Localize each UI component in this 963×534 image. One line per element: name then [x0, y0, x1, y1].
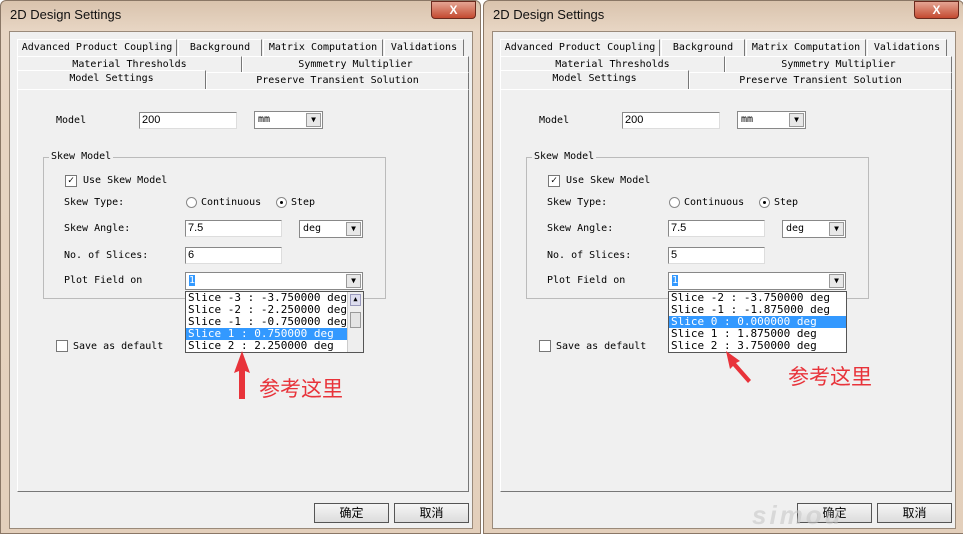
slices-input[interactable]: 6 [185, 247, 282, 264]
skew-angle-input[interactable]: 7.5 [668, 220, 765, 237]
continuous-radio[interactable] [186, 197, 197, 208]
skew-type-label: Skew Type: [547, 197, 608, 208]
slice-option[interactable]: Slice 2 : 2.250000 deg [186, 340, 363, 352]
chevron-down-icon[interactable]: ▼ [829, 222, 844, 236]
tab-advanced-product-coupling[interactable]: Advanced Product Coupling [500, 39, 660, 56]
save-default-label: Save as default [556, 341, 647, 352]
chevron-down-icon[interactable]: ▼ [789, 113, 804, 127]
model-unit-select[interactable]: mm ▼ [737, 111, 806, 129]
chevron-down-icon[interactable]: ▼ [346, 274, 361, 288]
tab-advanced-product-coupling[interactable]: Advanced Product Coupling [17, 39, 177, 56]
tab-symmetry-multiplier[interactable]: Symmetry Multiplier [725, 56, 952, 73]
cancel-button[interactable]: 取消 [877, 503, 952, 523]
settings-dialog: 2D Design Settings X Advanced Product Co… [0, 0, 481, 534]
annotation-text: 参考这里 [788, 365, 872, 389]
continuous-label: Continuous [201, 197, 261, 208]
annotation-text: 参考这里 [259, 377, 343, 401]
arrow-icon [726, 351, 751, 383]
model-unit-value: mm [741, 114, 754, 125]
tab-matrix-computation[interactable]: Matrix Computation [746, 39, 866, 56]
angle-unit-value: deg [786, 223, 805, 234]
save-default-label: Save as default [73, 341, 164, 352]
plot-field-dropdown-list: Slice -3 : -3.750000 deg Slice -2 : -2.25… [185, 291, 364, 353]
save-default-checkbox[interactable] [56, 340, 68, 352]
ok-button[interactable]: 确定 [314, 503, 389, 523]
model-label: Model [56, 115, 87, 126]
plot-field-dropdown-list: Slice -2 : -3.750000 deg Slice -1 : -1.87… [668, 291, 847, 353]
dialog-title: 2D Design Settings [493, 7, 605, 22]
close-button[interactable]: X [431, 1, 476, 19]
chevron-down-icon[interactable]: ▼ [829, 274, 844, 288]
plot-field-value: 1 [189, 275, 196, 286]
settings-dialog: 2D Design Settings X Advanced Product Co… [483, 0, 963, 534]
continuous-radio[interactable] [669, 197, 680, 208]
slice-option[interactable]: Slice 2 : 3.750000 deg [669, 340, 846, 352]
tab-model-settings[interactable]: Model Settings [17, 70, 206, 89]
plot-field-value: 1 [672, 275, 679, 286]
tab-preserve-transient-solution[interactable]: Preserve Transient Solution [689, 72, 952, 89]
skew-angle-input[interactable]: 7.5 [185, 220, 282, 237]
model-input[interactable]: 200 [139, 112, 237, 129]
model-unit-select[interactable]: mm ▼ [254, 111, 323, 129]
tab-validations[interactable]: Validations [384, 39, 464, 56]
angle-unit-value: deg [303, 223, 322, 234]
tab-matrix-computation[interactable]: Matrix Computation [263, 39, 383, 56]
save-default-checkbox[interactable] [539, 340, 551, 352]
plot-field-combo[interactable]: 1 ▼ [185, 272, 363, 290]
step-radio[interactable] [276, 197, 287, 208]
angle-unit-select[interactable]: deg ▼ [782, 220, 846, 238]
tab-validations[interactable]: Validations [867, 39, 947, 56]
continuous-label: Continuous [684, 197, 744, 208]
skew-angle-label: Skew Angle: [547, 223, 614, 234]
step-radio[interactable] [759, 197, 770, 208]
slices-label: No. of Slices: [547, 250, 632, 261]
use-skew-label: Use Skew Model [566, 175, 651, 186]
slices-input[interactable]: 5 [668, 247, 765, 264]
use-skew-label: Use Skew Model [83, 175, 168, 186]
close-button[interactable]: X [914, 1, 959, 19]
use-skew-checkbox[interactable]: ✓ [65, 175, 77, 187]
tab-background[interactable]: Background [178, 39, 262, 56]
arrow-icon [234, 351, 250, 399]
cancel-button[interactable]: 取消 [394, 503, 469, 523]
model-unit-value: mm [258, 114, 271, 125]
skew-type-label: Skew Type: [64, 197, 125, 208]
model-input[interactable]: 200 [622, 112, 720, 129]
plot-field-combo[interactable]: 1 ▼ [668, 272, 846, 290]
tab-preserve-transient-solution[interactable]: Preserve Transient Solution [206, 72, 469, 89]
step-label: Step [774, 197, 799, 208]
step-label: Step [291, 197, 316, 208]
slices-label: No. of Slices: [64, 250, 149, 261]
scroll-thumb[interactable] [350, 312, 361, 328]
watermark-logo: simou [752, 500, 844, 530]
use-skew-checkbox[interactable]: ✓ [548, 175, 560, 187]
chevron-down-icon[interactable]: ▼ [306, 113, 321, 127]
angle-unit-select[interactable]: deg ▼ [299, 220, 363, 238]
model-label: Model [539, 115, 570, 126]
plot-field-label: Plot Field on [64, 275, 143, 286]
tab-symmetry-multiplier[interactable]: Symmetry Multiplier [242, 56, 469, 73]
chevron-down-icon[interactable]: ▼ [346, 222, 361, 236]
skew-angle-label: Skew Angle: [64, 223, 131, 234]
scroll-up-icon[interactable]: ▲ [350, 294, 361, 306]
plot-field-label: Plot Field on [547, 275, 626, 286]
list-scrollbar[interactable]: ▲ [347, 292, 363, 352]
group-label: Skew Model [532, 151, 597, 162]
tab-model-settings[interactable]: Model Settings [500, 70, 689, 89]
tab-background[interactable]: Background [661, 39, 745, 56]
dialog-title: 2D Design Settings [10, 7, 122, 22]
group-label: Skew Model [49, 151, 114, 162]
